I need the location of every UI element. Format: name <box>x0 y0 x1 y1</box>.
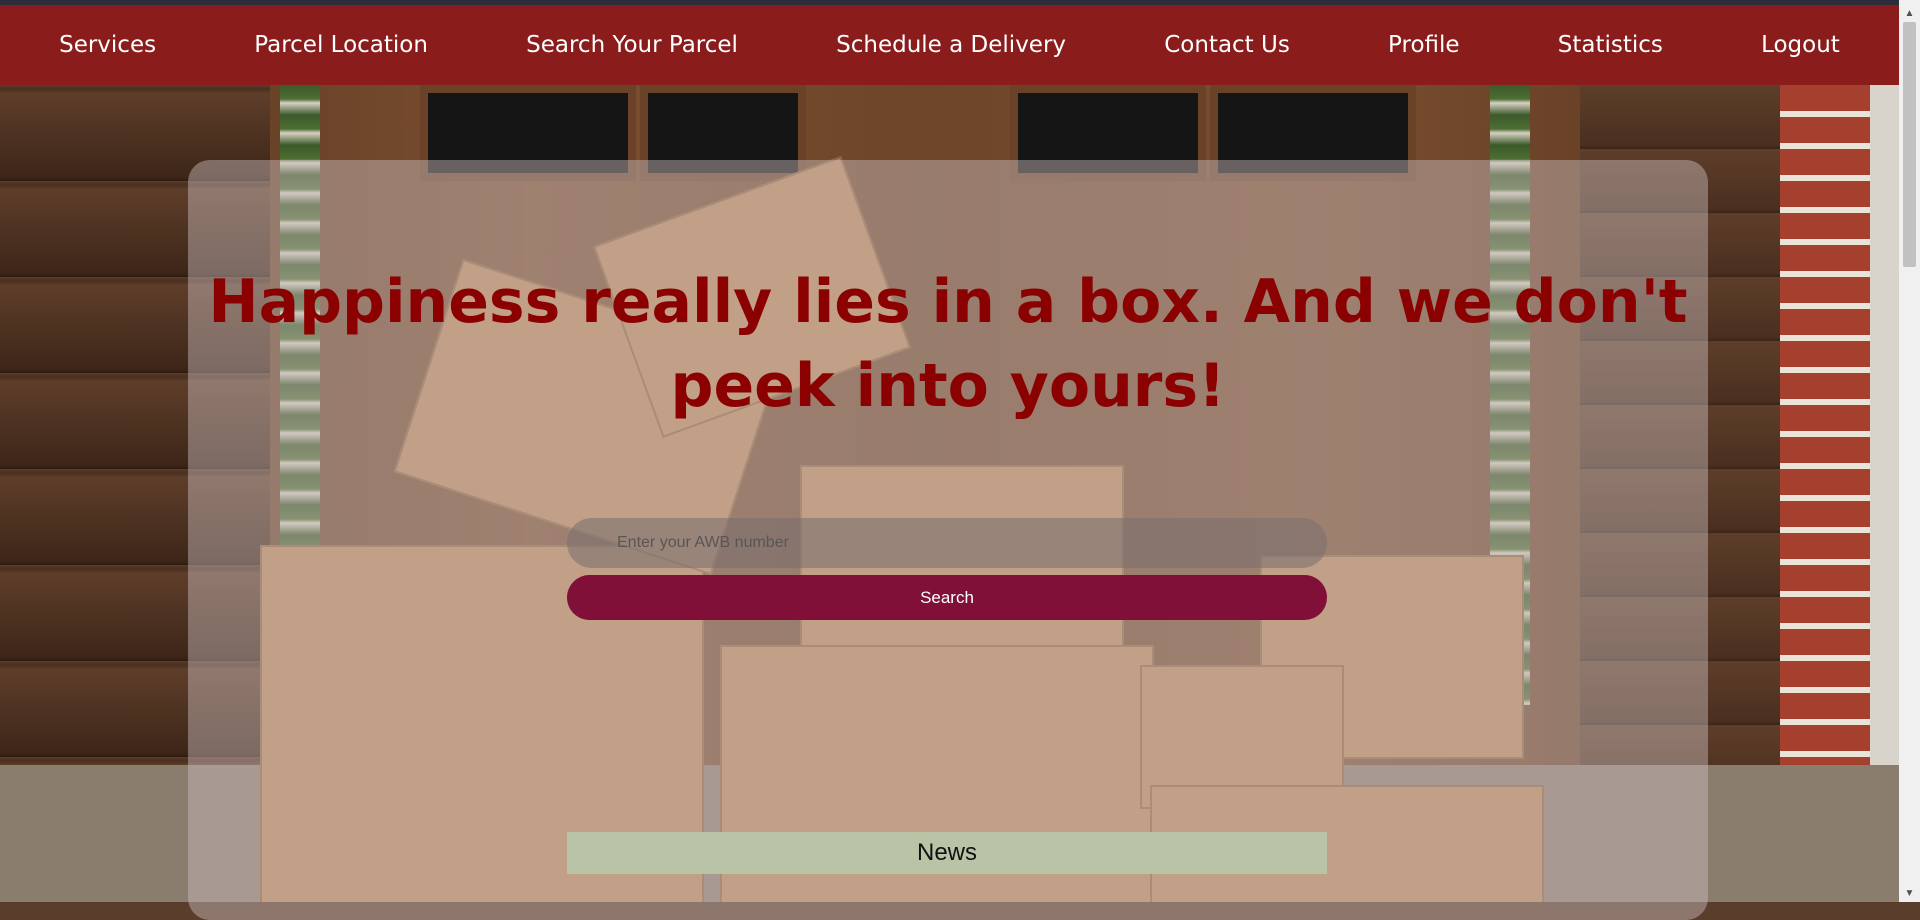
search-button[interactable]: Search <box>567 575 1327 620</box>
nav-services[interactable]: Services <box>59 32 156 58</box>
nav-logout[interactable]: Logout <box>1761 32 1840 58</box>
hero-headline: Happiness really lies in a box. And we d… <box>208 267 1688 421</box>
nav-schedule-delivery[interactable]: Schedule a Delivery <box>836 32 1066 58</box>
page-scrollbar[interactable]: ▲ ▼ <box>1899 0 1920 902</box>
scrollbar-thumb[interactable] <box>1903 22 1916 267</box>
chevron-up-icon[interactable]: ▲ <box>1899 5 1920 22</box>
hero-card: Happiness really lies in a box. And we d… <box>188 160 1708 920</box>
news-heading: News <box>567 832 1327 874</box>
main-navbar: Services Parcel Location Search Your Par… <box>0 5 1899 85</box>
chevron-down-icon[interactable]: ▼ <box>1899 885 1920 902</box>
nav-profile[interactable]: Profile <box>1388 32 1460 58</box>
nav-statistics[interactable]: Statistics <box>1558 32 1663 58</box>
nav-contact-us[interactable]: Contact Us <box>1164 32 1290 58</box>
nav-parcel-location[interactable]: Parcel Location <box>254 32 428 58</box>
awb-search-input[interactable] <box>567 518 1327 568</box>
nav-search-your-parcel[interactable]: Search Your Parcel <box>526 32 738 58</box>
